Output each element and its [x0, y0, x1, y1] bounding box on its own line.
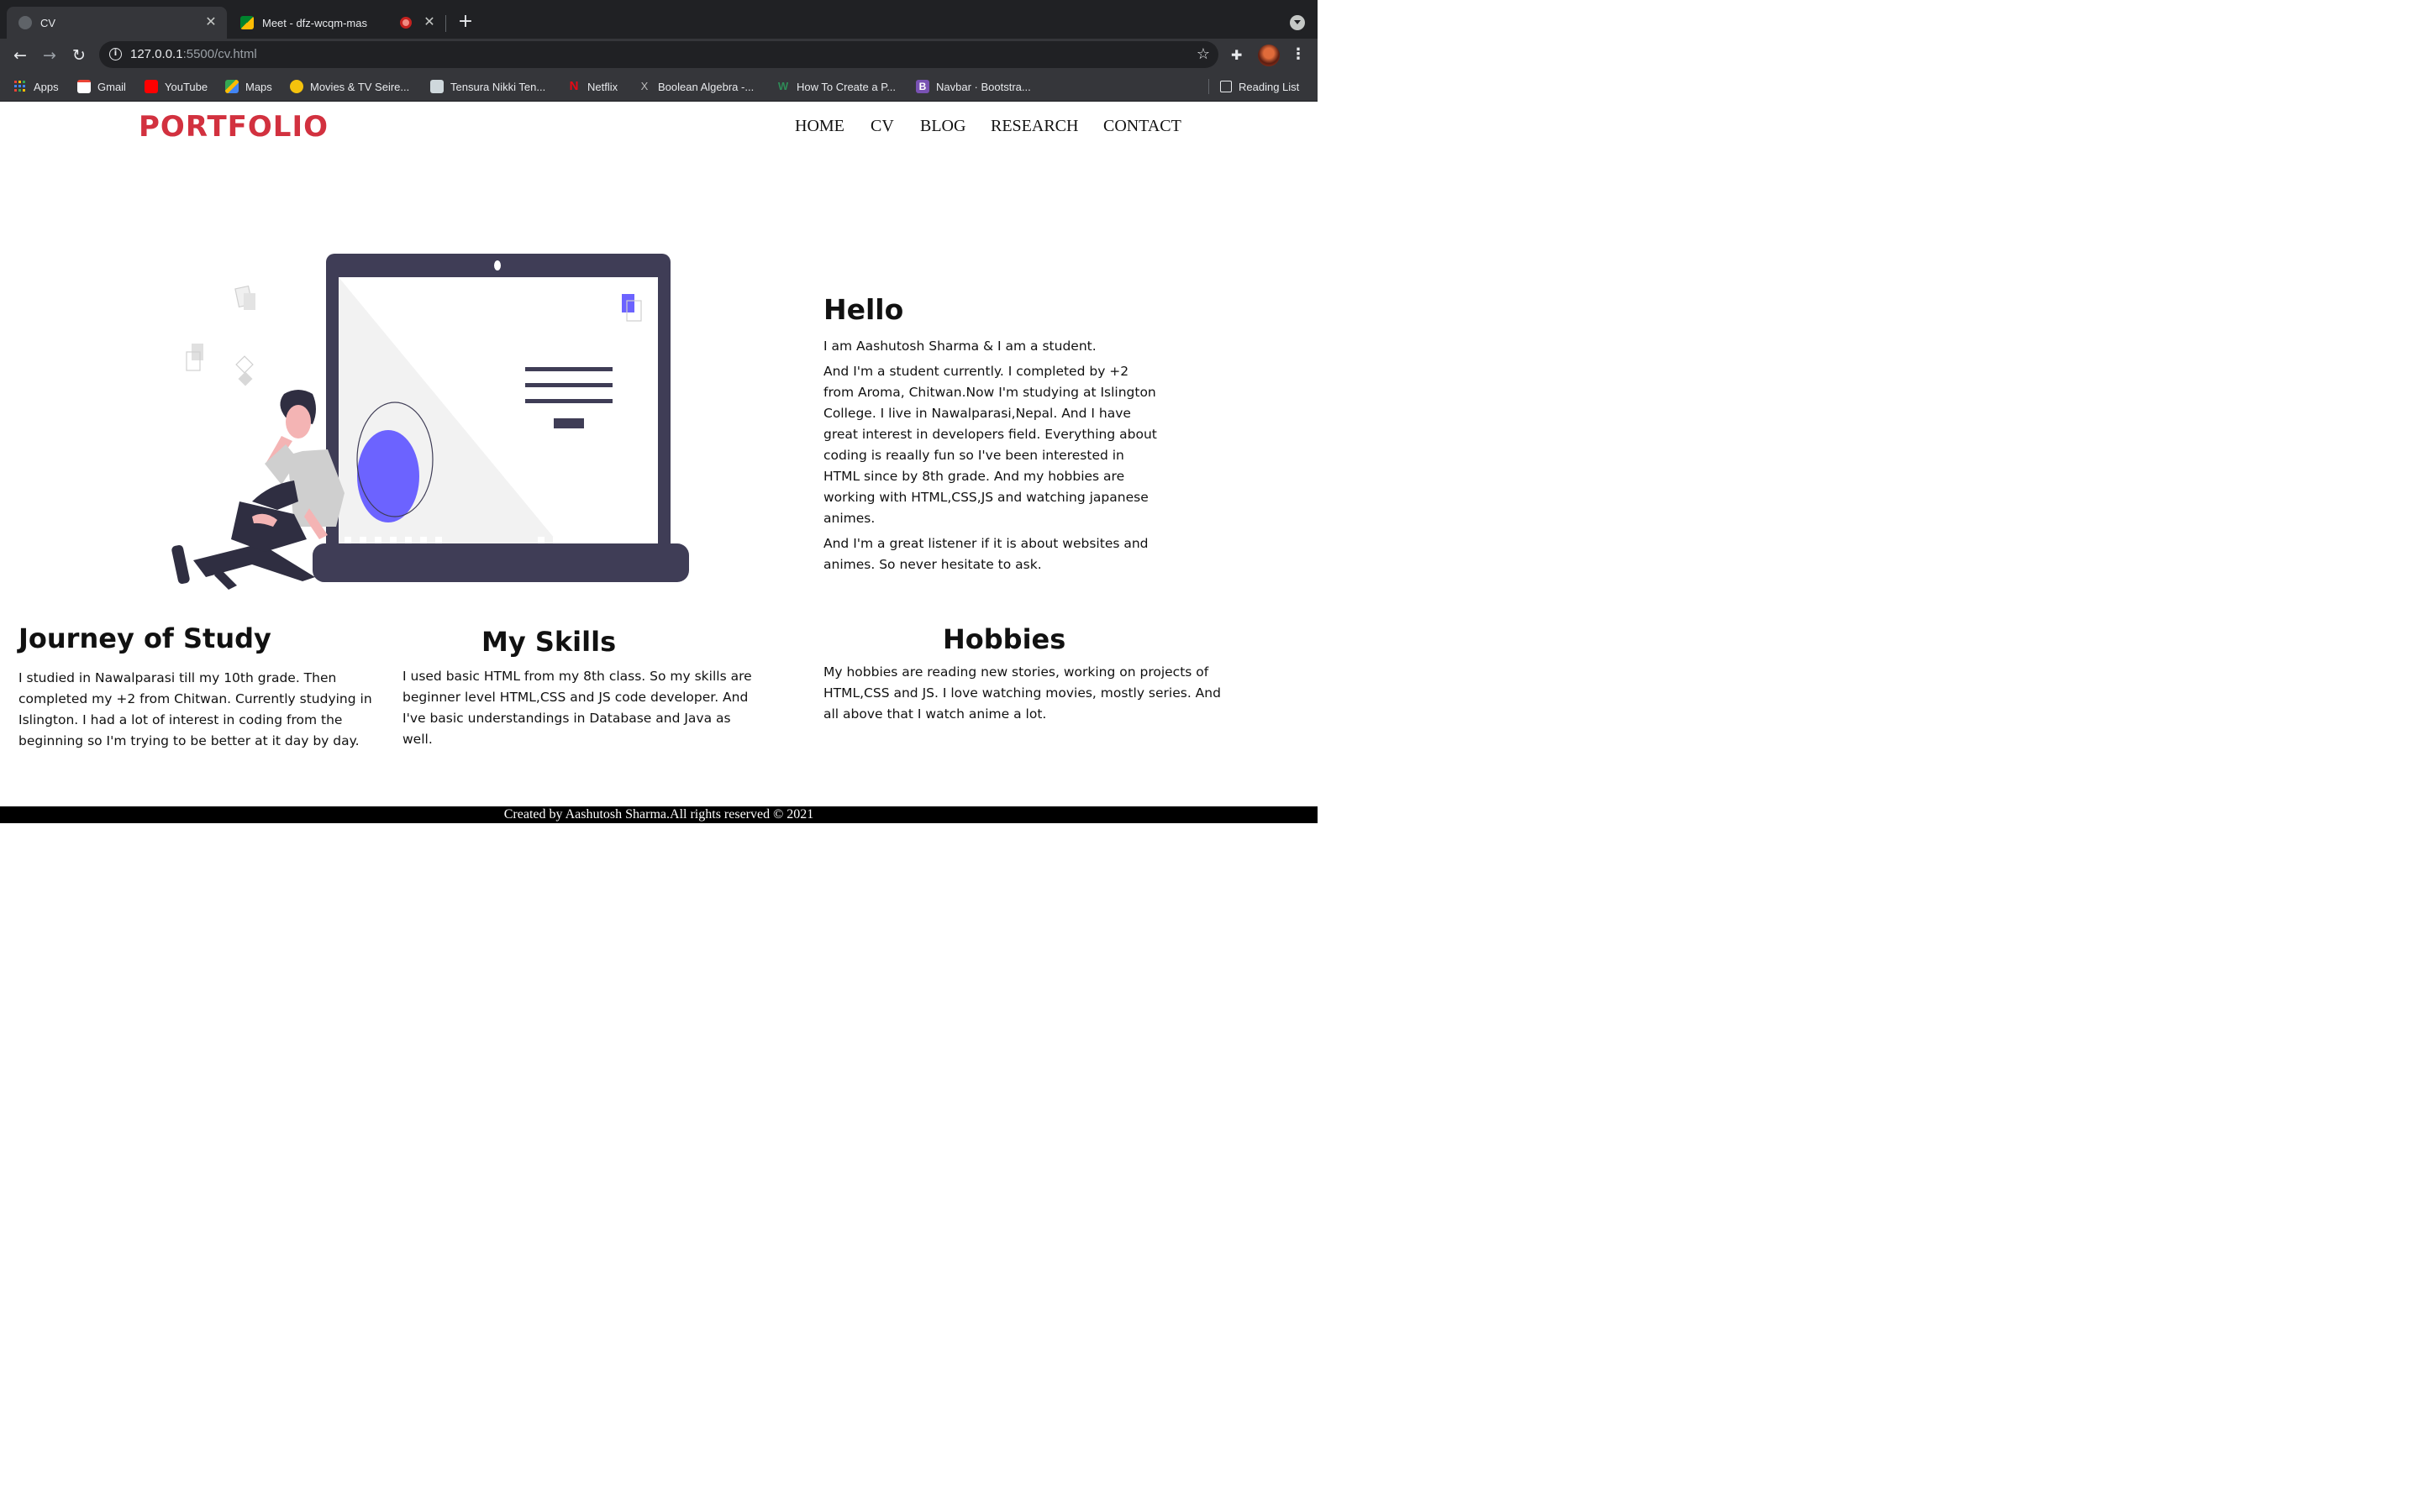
site-logo[interactable]: PORTFOLIO — [139, 110, 329, 144]
hobbies-section: Hobbies My hobbies are reading new stori… — [823, 623, 1227, 725]
journey-heading: Journey of Study — [18, 622, 271, 654]
about-intro: I am Aashutosh Sharma & I am a student. — [823, 339, 1097, 354]
bootstrap-icon: B — [916, 80, 929, 93]
reload-icon[interactable]: ↻ — [69, 45, 89, 66]
about-section: Hello I am Aashutosh Sharma & I am a stu… — [823, 293, 1160, 580]
skills-text: I used basic HTML from my 8th class. So … — [402, 669, 752, 747]
bookmark-label: How To Create a P... — [797, 80, 897, 93]
new-tab-button[interactable]: + — [455, 13, 476, 33]
bookmark-howto[interactable]: W How To Create a P... — [776, 79, 896, 94]
journey-section: Journey of Study I studied in Nawalparas… — [18, 622, 376, 752]
tab-divider — [445, 15, 446, 32]
bookmarks-bar: Apps Gmail YouTube Maps Movies & TV Seir… — [0, 72, 1318, 102]
reading-list-button[interactable]: Reading List — [1220, 79, 1299, 94]
recording-icon — [400, 17, 412, 29]
bookmark-star-icon[interactable]: ☆ — [1197, 45, 1210, 63]
bookmark-netflix[interactable]: N Netflix — [567, 79, 618, 94]
nav-home[interactable]: HOME — [795, 117, 844, 136]
bookmark-label: YouTube — [165, 80, 208, 93]
journey-text: I studied in Nawalparasi till my 10th gr… — [18, 670, 372, 748]
floating-shapes — [186, 285, 255, 386]
nav-cv[interactable]: CV — [871, 117, 894, 136]
movies-icon — [290, 80, 303, 93]
tab-cv[interactable]: CV ✕ — [7, 7, 227, 39]
bookmark-label: Netflix — [587, 80, 618, 93]
tab-title: CV — [40, 16, 56, 29]
bookmark-label: Tensura Nikki Ten... — [450, 80, 546, 93]
address-bar[interactable]: i 127.0.0.1:5500/cv.html ☆ — [99, 41, 1218, 68]
tab-strip: CV ✕ Meet - dfz-wcqm-mas ✕ + — [0, 0, 1318, 39]
laptop-illustration — [171, 254, 689, 590]
bookmark-label: Gmail — [97, 80, 126, 93]
apps-grid-icon — [14, 81, 25, 92]
bookmark-label: Apps — [34, 80, 59, 93]
close-icon[interactable]: ✕ — [422, 15, 437, 30]
about-heading: Hello — [823, 293, 904, 326]
netflix-icon: N — [569, 79, 579, 93]
menu-icon[interactable]: ⋮ — [1291, 45, 1306, 63]
tab-meet[interactable]: Meet - dfz-wcqm-mas ✕ — [229, 7, 445, 39]
nav-blog[interactable]: BLOG — [920, 117, 965, 136]
bookmarks-divider — [1208, 79, 1209, 94]
forward-icon[interactable]: → — [39, 45, 60, 66]
youtube-icon — [145, 80, 158, 93]
bookmark-gmail[interactable]: Gmail — [77, 79, 126, 94]
bookmark-boolean[interactable]: X Boolean Algebra -... — [638, 79, 755, 94]
close-icon[interactable]: ✕ — [203, 15, 218, 30]
bookmark-label: Movies & TV Seire... — [310, 80, 410, 93]
bookmark-label: Maps — [245, 80, 272, 93]
maps-icon — [225, 80, 239, 93]
bookmark-youtube[interactable]: YouTube — [145, 79, 208, 94]
site-footer: Created by Aashutosh Sharma.All rights r… — [0, 806, 1318, 823]
url-text[interactable]: 127.0.0.1:5500/cv.html — [130, 47, 257, 61]
boolean-icon: X — [640, 80, 649, 92]
browser-toolbar: ← → ↻ i 127.0.0.1:5500/cv.html ☆ ✚ ⋮ — [0, 39, 1318, 72]
about-paragraph-1: And I'm a student currently. I completed… — [823, 364, 1157, 526]
nav-contact[interactable]: CONTACT — [1103, 117, 1181, 136]
bookmark-label: Boolean Algebra -... — [658, 80, 755, 93]
tab-title: Meet - dfz-wcqm-mas — [262, 16, 367, 29]
back-icon[interactable]: ← — [10, 45, 30, 66]
hobbies-text: My hobbies are reading new stories, work… — [823, 664, 1221, 722]
tab-search-icon[interactable] — [1290, 15, 1305, 30]
reading-list-icon — [1220, 81, 1232, 92]
profile-avatar[interactable] — [1258, 45, 1280, 66]
extensions-icon[interactable]: ✚ — [1231, 47, 1246, 63]
manga-icon — [430, 80, 444, 93]
url-path: :5500/cv.html — [182, 47, 257, 61]
skills-heading: My Skills — [481, 626, 617, 658]
skills-section: My Skills I used basic HTML from my 8th … — [402, 626, 764, 750]
bookmark-maps[interactable]: Maps — [225, 79, 272, 94]
meet-icon — [240, 16, 254, 29]
web-page: PORTFOLIO HOME CV BLOG RESEARCH CONTACT — [0, 102, 1318, 823]
bookmark-bootstrap[interactable]: B Navbar · Bootstra... — [916, 79, 1031, 94]
bookmark-apps[interactable]: Apps — [13, 79, 59, 94]
nav-research[interactable]: RESEARCH — [991, 117, 1078, 136]
about-paragraph-2: And I'm a great listener if it is about … — [823, 536, 1149, 572]
w-icon: W — [777, 80, 789, 92]
reading-list-label: Reading List — [1239, 80, 1300, 93]
bookmark-movies[interactable]: Movies & TV Seire... — [290, 79, 409, 94]
gmail-icon — [77, 80, 91, 93]
hobbies-heading: Hobbies — [943, 623, 1066, 655]
bookmark-label: Navbar · Bootstra... — [936, 80, 1031, 93]
url-host: 127.0.0.1 — [130, 47, 183, 61]
bookmark-tensura[interactable]: Tensura Nikki Ten... — [430, 79, 545, 94]
info-icon[interactable]: i — [109, 48, 122, 60]
globe-icon — [18, 16, 32, 29]
